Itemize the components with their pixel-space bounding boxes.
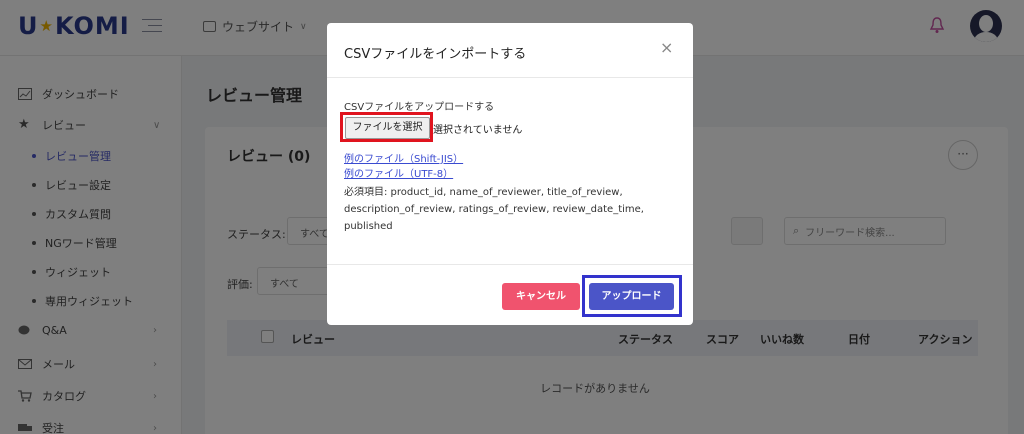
- file-status-text: 選択されていません: [433, 125, 523, 136]
- sample-file-utf8-link[interactable]: 例のファイル（UTF-8）: [344, 165, 453, 180]
- close-icon[interactable]: ×: [660, 38, 673, 57]
- highlight-choose-file: [340, 112, 433, 142]
- highlight-upload: [582, 275, 682, 317]
- divider: [327, 264, 693, 265]
- cancel-button[interactable]: キャンセル: [502, 283, 580, 310]
- upload-label: CSVファイルをアップロードする: [344, 102, 495, 113]
- divider: [327, 77, 693, 78]
- modal-title: CSVファイルをインポートする: [344, 47, 527, 62]
- required-fields-text: 必須項目: product_id, name_of_reviewer, titl…: [344, 187, 644, 232]
- sample-file-sjis-link[interactable]: 例のファイル（Shift-JIS）: [344, 150, 463, 165]
